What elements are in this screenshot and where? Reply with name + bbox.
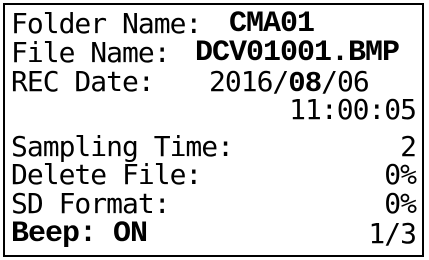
folder-name-row[interactable]: Folder Name: CMA01 — [11, 7, 416, 41]
beep-setting: Beep: ON — [11, 217, 148, 251]
sd-format-label: SD Format: — [11, 187, 171, 220]
file-name-label: File Name: — [11, 36, 171, 69]
rec-time-value: 11:00:05 — [289, 93, 417, 126]
sd-format-row[interactable]: SD Format: 0% — [11, 187, 417, 220]
rec-date-year: 2016/ — [209, 65, 289, 98]
sd-format-value: 0% — [384, 187, 417, 220]
folder-name-label: Folder Name: — [11, 7, 202, 40]
file-name-row[interactable]: File Name: DCV01001.BMP — [11, 36, 416, 70]
rec-time-row: 11:00:05 — [11, 93, 417, 126]
delete-file-value: 0% — [384, 158, 417, 191]
file-name-value: DCV01001.BMP — [195, 36, 400, 70]
rec-date-label: REC Date: — [11, 65, 155, 98]
delete-file-label: Delete File: — [11, 158, 202, 191]
folder-name-value: CMA01 — [229, 7, 315, 41]
delete-file-row[interactable]: Delete File: 0% — [11, 158, 417, 191]
beep-row[interactable]: Beep: ON 1/3 — [11, 217, 417, 251]
lcd-screen: Folder Name: CMA01 File Name: DCV01001.B… — [3, 3, 424, 257]
page-indicator: 1/3 — [368, 217, 417, 250]
